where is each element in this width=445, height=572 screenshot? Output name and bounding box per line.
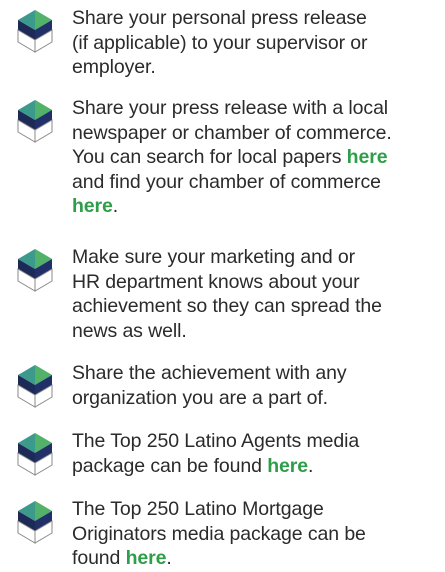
- mortgage-media-package-link[interactable]: here: [126, 547, 167, 569]
- cube-bullet-icon: [17, 9, 53, 53]
- list-item: Share the achievement with any organizat…: [16, 361, 436, 410]
- cube-bullet-icon: [17, 364, 53, 408]
- item-text: The Top 250 Latino Mortgage Originators …: [72, 498, 366, 569]
- list-item: The Top 250 Latino Agents media package …: [16, 429, 436, 478]
- item-text: Share your personal press release (if ap…: [72, 7, 368, 78]
- cube-bullet-icon: [17, 500, 53, 544]
- item-text: The Top 250 Latino Agents media package …: [72, 430, 360, 477]
- cube-bullet-icon: [17, 432, 53, 476]
- item-text: Share your press release with a local ne…: [72, 97, 392, 217]
- chamber-of-commerce-link[interactable]: here: [72, 195, 113, 217]
- item-text: Share the achievement with any organizat…: [72, 362, 347, 409]
- cube-bullet-icon: [17, 99, 53, 143]
- list-item: Share your press release with a local ne…: [16, 96, 436, 219]
- agents-media-package-link[interactable]: here: [267, 455, 308, 477]
- list-item: The Top 250 Latino Mortgage Originators …: [16, 497, 436, 571]
- item-text: Make sure your marketing and or HR depar…: [72, 246, 382, 342]
- cube-bullet-icon: [17, 248, 53, 292]
- list-item: Share your personal press release (if ap…: [16, 6, 436, 80]
- local-papers-link[interactable]: here: [347, 146, 388, 168]
- list-item: Make sure your marketing and or HR depar…: [16, 245, 436, 343]
